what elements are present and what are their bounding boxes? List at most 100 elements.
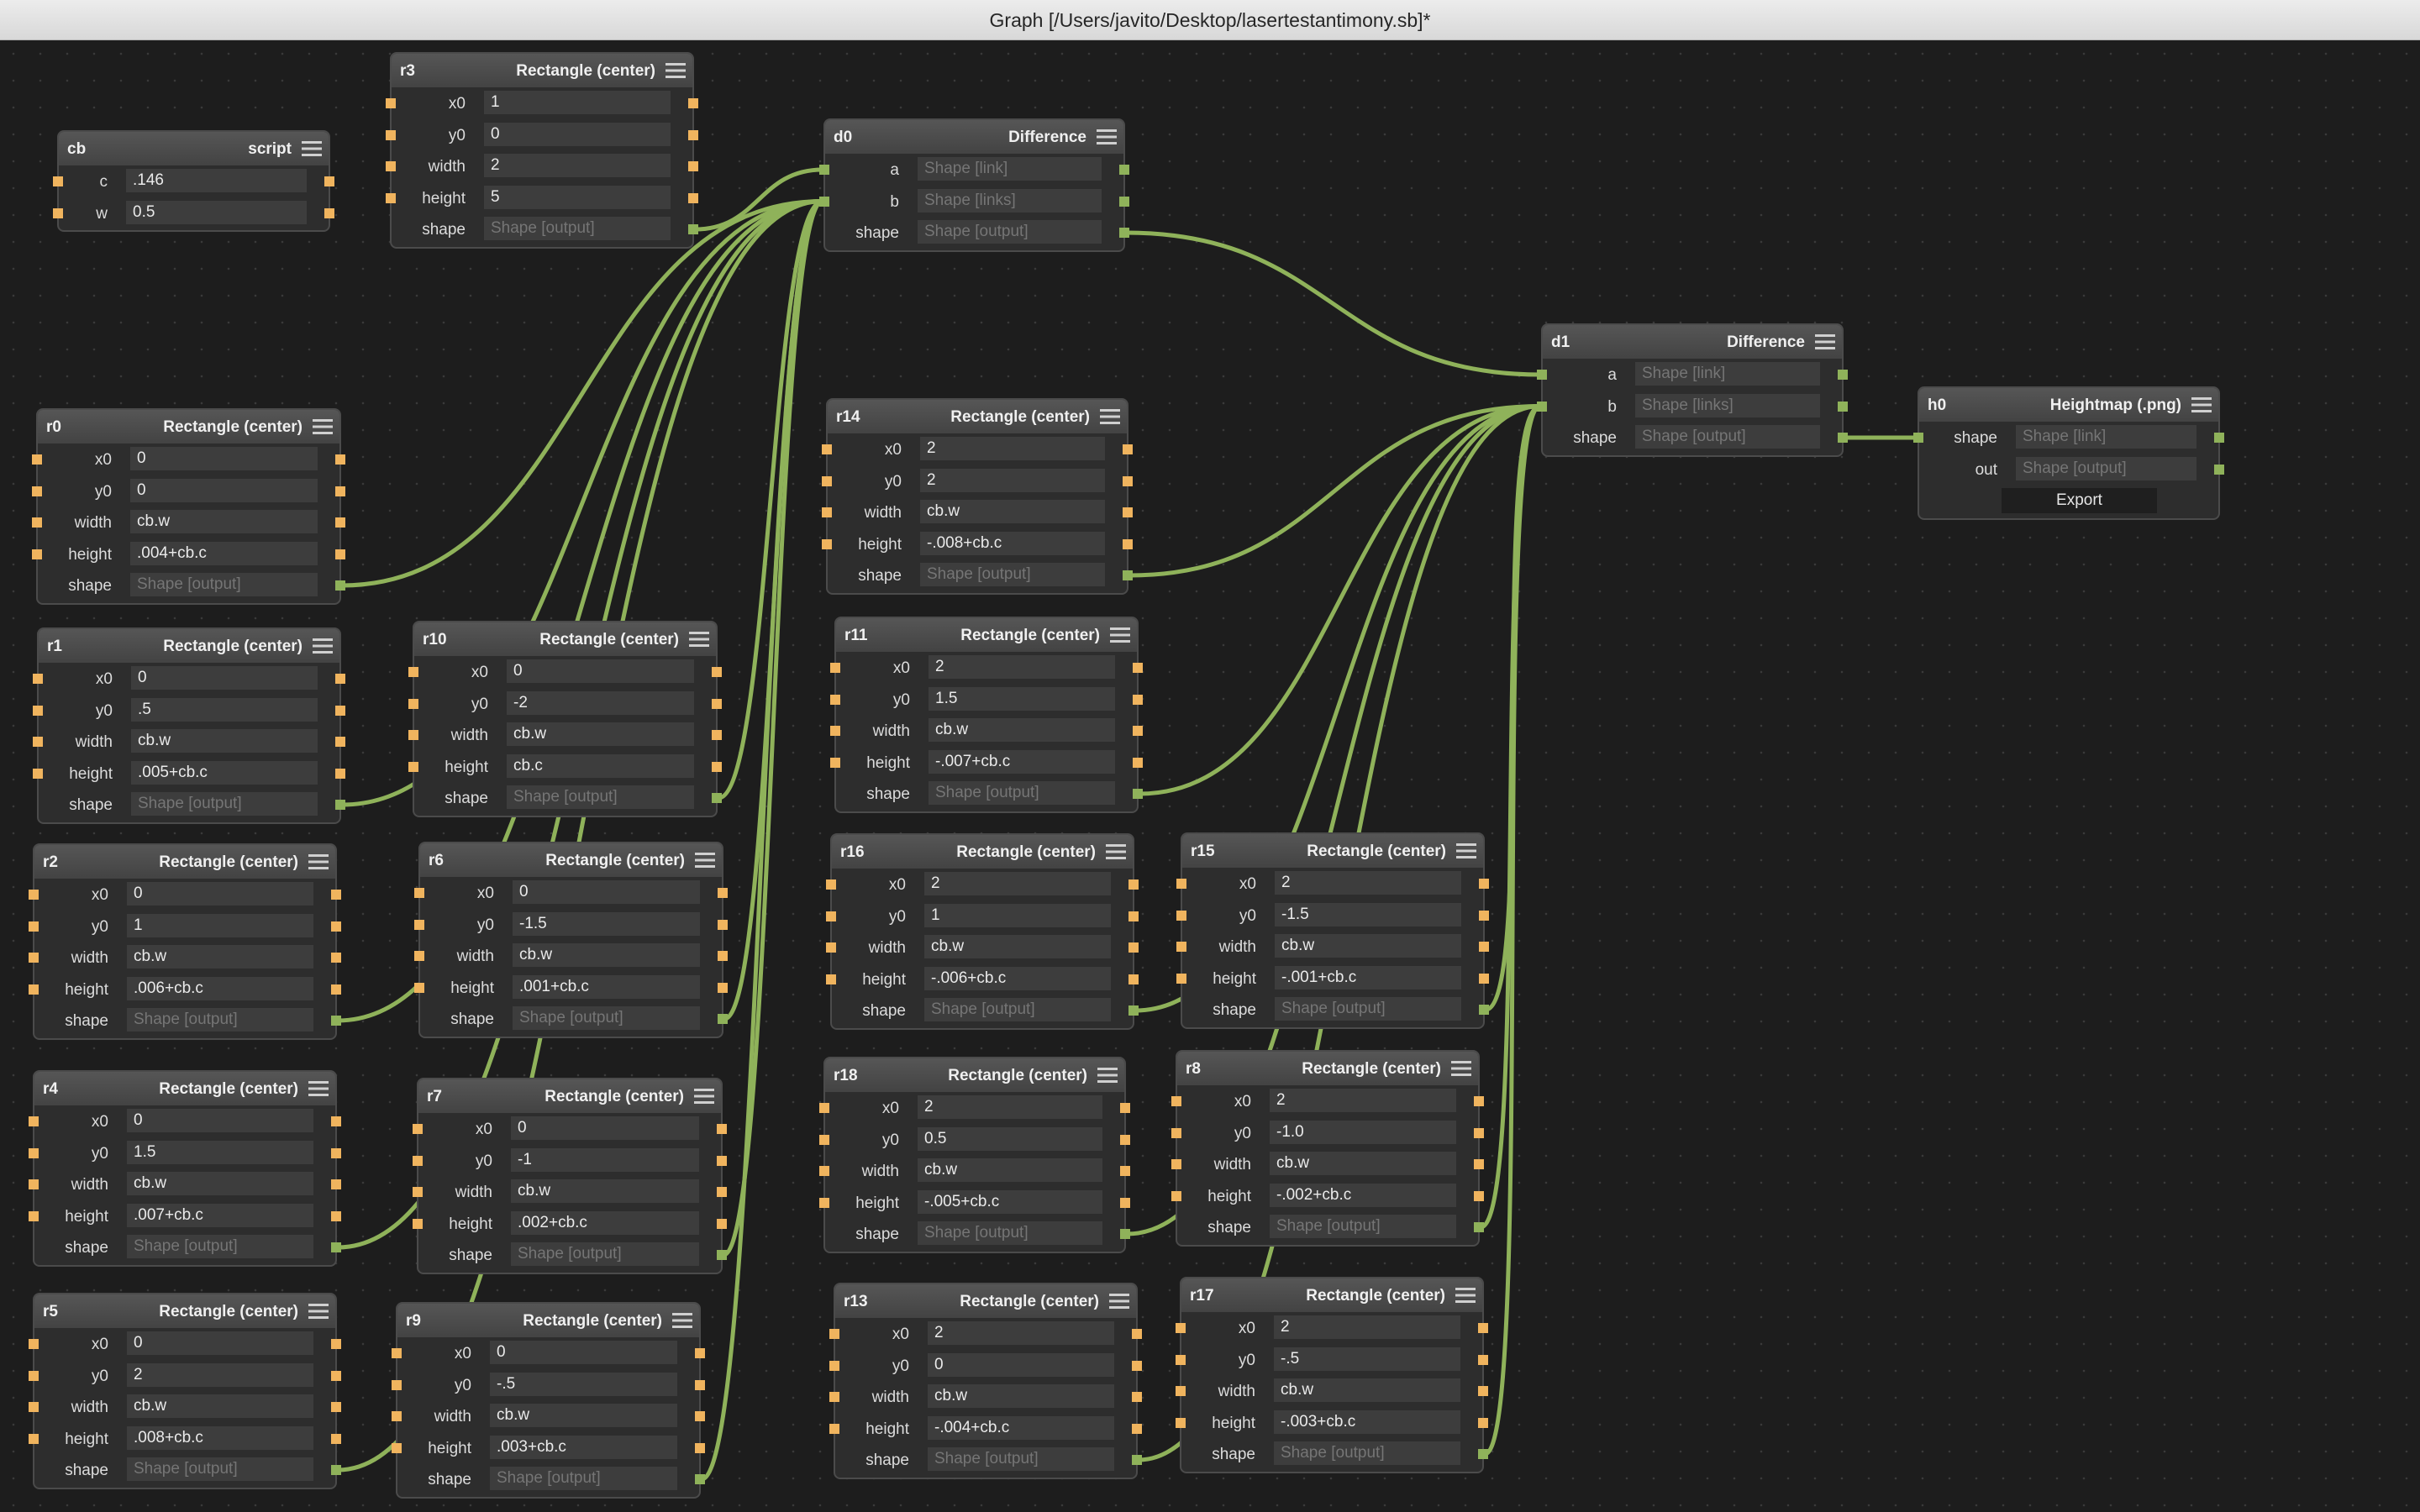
input-port[interactable] [830,694,840,705]
input-port[interactable] [413,1155,423,1166]
input-port[interactable] [830,757,840,768]
output-port[interactable] [1120,1166,1130,1176]
field-input[interactable] [484,185,671,209]
input-port[interactable] [413,1218,423,1229]
field-input[interactable] [924,998,1111,1021]
field-input[interactable] [130,510,318,533]
input-port[interactable] [829,1423,839,1434]
node-header[interactable]: r10 Rectangle (center) [414,622,716,656]
field-input[interactable] [928,1447,1114,1471]
output-port[interactable] [1478,1323,1488,1333]
node-r17[interactable]: r17 Rectangle (center) x0 y0 width height shap… [1176,1277,1488,1473]
output-port[interactable] [1133,757,1143,768]
output-port[interactable] [1123,570,1133,580]
field-input[interactable] [490,1372,677,1396]
output-port[interactable] [718,919,728,930]
output-port[interactable] [1120,1134,1130,1145]
hamburger-menu-icon[interactable] [666,63,686,78]
hamburger-menu-icon[interactable] [302,141,322,156]
output-port[interactable] [1123,507,1133,517]
field-input[interactable] [131,792,318,816]
output-port[interactable] [335,800,345,810]
node-r5[interactable]: r5 Rectangle (center) x0 y0 width height shape [29,1293,341,1489]
input-port[interactable] [29,890,39,900]
output-port[interactable] [688,224,698,234]
output-port[interactable] [1838,370,1848,380]
output-port[interactable] [1120,1197,1130,1208]
field-input[interactable] [924,872,1111,895]
node-header[interactable]: r16 Rectangle (center) [832,835,1133,869]
input-port[interactable] [29,921,39,932]
input-port[interactable] [32,454,42,465]
field-input[interactable] [511,1179,699,1203]
input-port[interactable] [386,161,396,171]
field-input[interactable] [127,1203,313,1227]
output-port[interactable] [1478,1354,1488,1365]
node-header[interactable]: r4 Rectangle (center) [34,1072,335,1105]
input-port[interactable] [414,951,424,961]
hamburger-menu-icon[interactable] [1097,1068,1118,1083]
field-input[interactable] [918,1126,1102,1151]
field-input[interactable] [130,447,318,470]
input-port[interactable] [1176,1354,1186,1365]
input-port[interactable] [1537,401,1547,412]
field-input[interactable] [127,1008,313,1032]
output-port[interactable] [331,1179,341,1189]
field-input[interactable] [484,217,671,240]
output-port[interactable] [2214,433,2224,443]
field-input[interactable] [1275,997,1461,1021]
output-port[interactable] [1120,1229,1130,1239]
output-port[interactable] [1133,694,1143,705]
hamburger-menu-icon[interactable] [313,638,333,654]
field-input[interactable] [2016,425,2196,449]
input-port[interactable] [414,888,424,898]
output-port[interactable] [324,207,334,218]
input-port[interactable] [1176,910,1186,921]
input-port[interactable] [386,129,396,140]
node-d1[interactable]: d1 Difference ab shape [1537,323,1848,457]
input-port[interactable] [413,1187,423,1197]
input-port[interactable] [392,1348,402,1358]
input-port[interactable] [1176,1386,1186,1396]
hamburger-menu-icon[interactable] [694,1089,714,1104]
input-port[interactable] [1176,879,1186,889]
output-port[interactable] [1478,1449,1488,1459]
field-input[interactable] [918,1221,1102,1245]
field-input[interactable] [490,1404,677,1427]
field-input[interactable] [513,880,700,904]
output-port[interactable] [717,1187,727,1197]
field-input[interactable] [131,760,318,785]
field-input[interactable] [507,753,694,778]
input-port[interactable] [29,984,39,995]
node-header[interactable]: d1 Difference [1543,325,1842,359]
output-port[interactable] [712,793,722,803]
node-r18[interactable]: r18 Rectangle (center) x0 y0 width height shap… [819,1057,1130,1253]
field-input[interactable] [131,697,318,722]
input-port[interactable] [822,444,832,454]
hamburger-menu-icon[interactable] [689,632,709,647]
input-port[interactable] [29,1370,39,1381]
input-port[interactable] [386,192,396,203]
field-input[interactable] [1274,1441,1460,1465]
node-d0[interactable]: d0 Difference ab shape [819,118,1129,252]
field-input[interactable] [130,478,318,502]
input-port[interactable] [408,698,418,709]
field-input[interactable] [928,1384,1114,1408]
node-header[interactable]: r8 Rectangle (center) [1177,1052,1478,1085]
output-port[interactable] [335,768,345,779]
output-port[interactable] [688,192,698,203]
node-header[interactable]: r0 Rectangle (center) [38,410,339,444]
input-port[interactable] [29,1210,39,1221]
field-input[interactable] [507,722,694,746]
output-port[interactable] [335,517,345,528]
field-input[interactable] [490,1435,677,1459]
node-header[interactable]: d0 Difference [825,120,1123,154]
input-port[interactable] [53,176,63,186]
hamburger-menu-icon[interactable] [672,1313,692,1328]
field-input[interactable] [127,1362,313,1387]
output-port[interactable] [1479,973,1489,984]
field-input[interactable] [920,563,1105,586]
input-port[interactable] [1171,1096,1181,1106]
field-input[interactable] [918,1095,1102,1119]
input-port[interactable] [819,1166,829,1176]
